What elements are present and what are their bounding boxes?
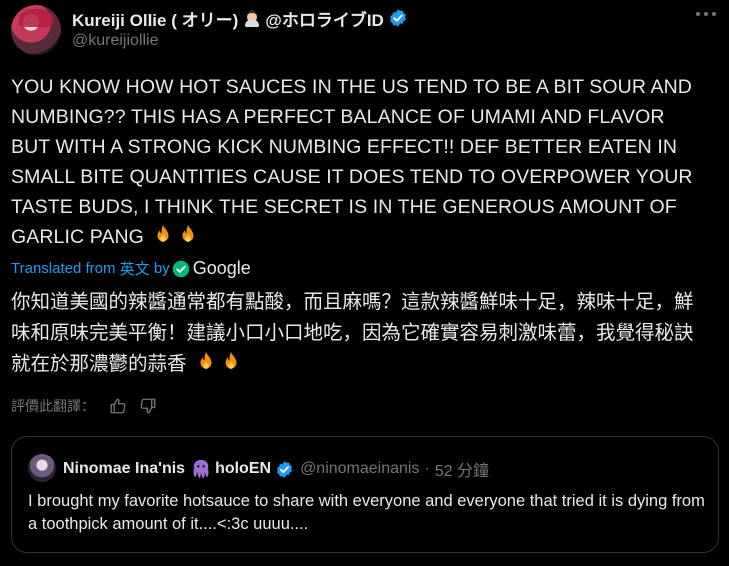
- translation-body: 你知道美國的辣醬通常都有點酸，而且麻嗎？這款辣醬鮮味十足，辣味十足，鮮味和原味完…: [11, 287, 701, 383]
- quoted-author-name[interactable]: Ninomae Ina'nis: [63, 460, 185, 478]
- check-circle-icon: [172, 260, 189, 277]
- author-avatar[interactable]: [11, 5, 61, 55]
- translation-attribution: Translated from 英文 by Google: [11, 258, 251, 279]
- tweet-body: YOU KNOW HOW HOT SAUCES IN THE US TEND T…: [11, 72, 701, 255]
- tweet-text: YOU KNOW HOW HOT SAUCES IN THE US TEND T…: [11, 76, 693, 248]
- person-emoji-icon: [243, 9, 261, 27]
- source-language-link[interactable]: 英文: [120, 258, 150, 279]
- fire-emoji-icon: [182, 224, 194, 242]
- rate-translation-label: 評價此翻譯：: [11, 398, 95, 414]
- fire-emoji-pair: [149, 224, 199, 255]
- more-options-icon[interactable]: [696, 12, 716, 18]
- thumbs-down-icon[interactable]: [139, 397, 157, 415]
- quoted-tweet[interactable]: Ninomae Ina'nis holoEN @ninomaeinanis · …: [11, 436, 719, 553]
- google-label: Google: [192, 258, 251, 278]
- rate-translation: 評價此翻譯：: [11, 396, 157, 416]
- author-org-tag[interactable]: @ホロライブID: [265, 6, 384, 31]
- quoted-author-avatar[interactable]: [28, 454, 56, 482]
- octopus-emoji-icon: [193, 459, 209, 479]
- fire-emoji-pair: [192, 351, 242, 383]
- thumbs-up-icon[interactable]: [109, 397, 127, 415]
- verified-badge-icon[interactable]: [388, 8, 408, 28]
- tweet-header: Kureiji Ollie ( オリー) @ホロライブID @kureijiol…: [72, 7, 669, 50]
- translated-from-label: Translated from: [11, 260, 116, 277]
- quoted-tweet-text: I brought my favorite hotsauce to share …: [28, 492, 705, 533]
- fire-emoji-icon: [157, 224, 169, 242]
- separator-dot: ·: [424, 460, 430, 477]
- quoted-tweet-header: Ninomae Ina'nis holoEN @ninomaeinanis · …: [63, 457, 489, 481]
- fire-emoji-icon: [225, 351, 237, 369]
- translation-text: 你知道美國的辣醬通常都有點酸，而且麻嗎？這款辣醬鮮味十足，辣味十足，鮮味和原味完…: [11, 291, 694, 375]
- author-display-name[interactable]: Kureiji Ollie ( オリー): [72, 6, 238, 31]
- quoted-author-org-tag[interactable]: holoEN: [215, 460, 271, 478]
- verified-badge-icon[interactable]: [275, 460, 294, 479]
- translated-by-label: by: [153, 260, 170, 277]
- author-handle[interactable]: @kureijiollie: [72, 32, 669, 50]
- quoted-author-handle[interactable]: @ninomaeinanis: [300, 460, 419, 478]
- quoted-timestamp[interactable]: 52 分鐘: [435, 457, 489, 481]
- fire-emoji-icon: [200, 351, 212, 369]
